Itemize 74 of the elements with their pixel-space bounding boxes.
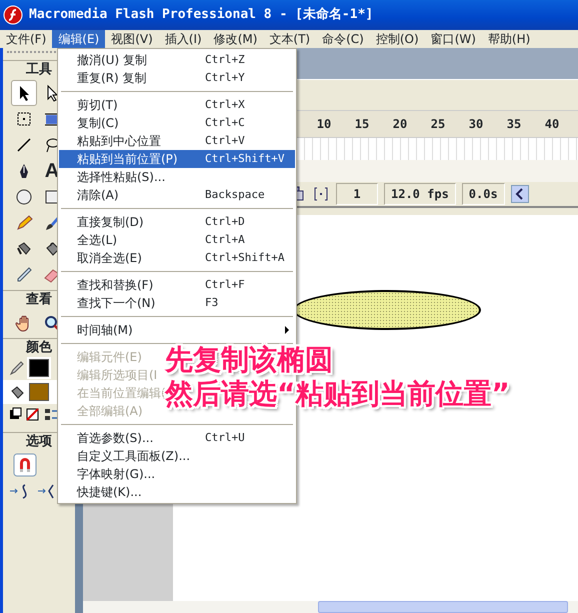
menu-item[interactable]: 编辑(E) [52, 30, 106, 48]
menu-option[interactable]: 撤消(U) 复制 [77, 53, 147, 67]
submenu-arrow-icon [285, 326, 289, 334]
menu-option: 编辑所选项目(I [77, 368, 158, 382]
menu-option[interactable]: 清除(A) [77, 188, 119, 202]
annotation-text: 先复制该椭圆 [165, 343, 334, 377]
menu-item[interactable]: 帮助(H) [482, 30, 536, 48]
dropper-icon[interactable] [15, 266, 33, 284]
frame-rate: 12.0 fps [384, 183, 456, 205]
stroke-color-swatch[interactable] [29, 359, 49, 377]
menu-item[interactable]: 修改(M) [208, 30, 264, 48]
shortcut-text: Ctrl+Shift+A [205, 250, 284, 266]
shortcut-text: Ctrl+V [205, 132, 245, 149]
menu-option[interactable]: 剪切(T) [77, 98, 118, 112]
menu-option[interactable]: 取消全选(E) [77, 251, 142, 265]
fill-color-swatch[interactable] [29, 383, 49, 401]
menu-option[interactable]: 选择性粘贴(S)... [77, 170, 166, 184]
current-frame: 1 [336, 183, 378, 205]
menu-item[interactable]: 文本(T) [263, 30, 316, 48]
line-icon[interactable] [15, 136, 33, 154]
frame-number: 15 [354, 116, 370, 133]
shortcut-text: Ctrl+D [205, 214, 245, 230]
shortcut-text: Ctrl+U [205, 430, 245, 446]
bracket-icon[interactable] [312, 185, 330, 203]
horizontal-scrollbar[interactable] [83, 601, 578, 613]
menu-option[interactable]: 重复(R) 复制 [77, 71, 147, 85]
shortcut-text: Ctrl+F [205, 276, 245, 293]
menu-option: 全部编辑(A) [77, 404, 143, 418]
shortcut-text: Ctrl+X [205, 96, 245, 113]
menu-option[interactable]: 直接复制(D) [77, 215, 144, 229]
shortcut-text: Ctrl+C [205, 114, 245, 131]
frame-number: 40 [544, 116, 560, 133]
window-title: Macromedia Flash Professional 8 - [未命名-1*] [29, 6, 374, 24]
pencil-icon [9, 360, 25, 376]
menu-item[interactable]: 窗口(W) [424, 30, 482, 48]
shortcut-text: Ctrl+Y [205, 70, 245, 86]
menu-option[interactable]: 粘贴到中心位置 [77, 134, 161, 148]
app-logo-icon [3, 5, 23, 25]
menu-option: 编辑元件(E) [77, 350, 142, 364]
menu-option[interactable]: 快捷键(K)... [77, 485, 142, 499]
shortcut-text: Ctrl+Shift+V [205, 150, 284, 167]
shortcut-text: F3 [205, 294, 218, 311]
menu-option[interactable]: 时间轴(M) [77, 323, 133, 337]
menu-option[interactable]: 粘贴到当前位置(P) [77, 152, 178, 166]
annotation-text: 然后请选“粘贴到当前位置” [165, 377, 510, 411]
menu-item[interactable]: 文件(F) [0, 30, 52, 48]
paint-bucket-icon [9, 384, 25, 400]
transform-icon[interactable] [15, 110, 33, 128]
menu-option[interactable]: 首选参数(S)... [77, 431, 154, 445]
menu-option[interactable]: 查找下一个(N) [77, 296, 156, 310]
circle-icon[interactable] [15, 188, 33, 206]
menu-option[interactable]: 查找和替换(F) [77, 278, 154, 292]
frame-number: 30 [468, 116, 484, 133]
text-tool[interactable]: A [44, 161, 60, 181]
elapsed-time: 0.0s [462, 183, 505, 205]
menu-item[interactable]: 命令(C) [316, 30, 370, 48]
scroll-left-icon[interactable] [510, 185, 529, 203]
pencil-icon[interactable] [15, 214, 33, 232]
menu-option[interactable]: 复制(C) [77, 116, 119, 130]
shortcut-text: Ctrl+Z [205, 52, 245, 68]
shortcut-text: Ctrl+A [205, 232, 245, 248]
magnet-icon[interactable] [13, 453, 37, 477]
menu-item[interactable]: 视图(V) [105, 30, 159, 48]
menu-option[interactable]: 自定义工具面板(Z)... [77, 449, 190, 463]
frame-number: 10 [316, 116, 332, 133]
shortcut-text: Backspace [205, 186, 265, 203]
menu-option[interactable]: 全选(L) [77, 233, 118, 247]
menu-item[interactable]: 插入(I) [158, 30, 208, 48]
frame-number: 35 [506, 116, 522, 133]
menu-option[interactable]: 字体映射(G)... [77, 467, 156, 481]
menu-item[interactable]: 控制(O) [370, 30, 425, 48]
scrollbar-thumb[interactable] [318, 601, 568, 613]
frame-number: 25 [430, 116, 446, 133]
frame-number: 20 [392, 116, 408, 133]
